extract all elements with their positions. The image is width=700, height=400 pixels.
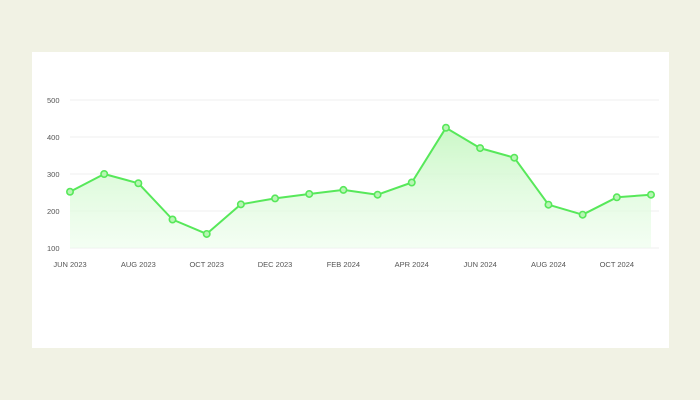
x-tick-label: DEC 2023 <box>258 260 293 269</box>
data-point <box>271 194 280 203</box>
y-tick-label: 100 <box>47 244 60 253</box>
x-tick-label: FEB 2024 <box>327 260 360 269</box>
data-point <box>373 190 382 199</box>
y-tick-label: 400 <box>47 133 60 142</box>
data-point <box>65 187 74 196</box>
x-tick-label: JUN 2024 <box>463 260 496 269</box>
data-point <box>510 153 519 162</box>
data-point <box>646 190 655 199</box>
y-tick-label: 200 <box>47 207 60 216</box>
x-tick-label: JUN 2023 <box>53 260 86 269</box>
data-point <box>305 189 314 198</box>
x-tick-label: OCT 2024 <box>600 260 634 269</box>
data-point <box>202 229 211 238</box>
x-tick-label: APR 2024 <box>395 260 429 269</box>
series-area <box>70 127 651 248</box>
data-point <box>441 123 450 132</box>
x-tick-label: OCT 2023 <box>189 260 223 269</box>
chart-card: 100 200 300 400 500 JUN 2023 AUG 2023 OCT 2023… <box>32 52 669 348</box>
data-point <box>476 144 485 153</box>
line-area-chart: 100 200 300 400 500 JUN 2023 AUG 2023 OCT 2023… <box>47 96 659 269</box>
data-point <box>544 200 553 209</box>
y-tick-label: 300 <box>47 170 60 179</box>
x-axis-ticks: JUN 2023 AUG 2023 OCT 2023 DEC 2023 FEB 2024… <box>53 260 634 269</box>
x-tick-label: AUG 2024 <box>531 260 566 269</box>
data-point <box>578 210 587 219</box>
y-axis-ticks: 100 200 300 400 500 <box>47 96 60 253</box>
data-point <box>168 215 177 224</box>
data-point <box>100 170 109 179</box>
y-tick-label: 500 <box>47 96 60 105</box>
data-point <box>236 200 245 209</box>
x-tick-label: AUG 2023 <box>121 260 156 269</box>
data-point <box>407 178 416 187</box>
data-point <box>339 185 348 194</box>
data-point <box>134 179 143 188</box>
data-point <box>612 193 621 202</box>
